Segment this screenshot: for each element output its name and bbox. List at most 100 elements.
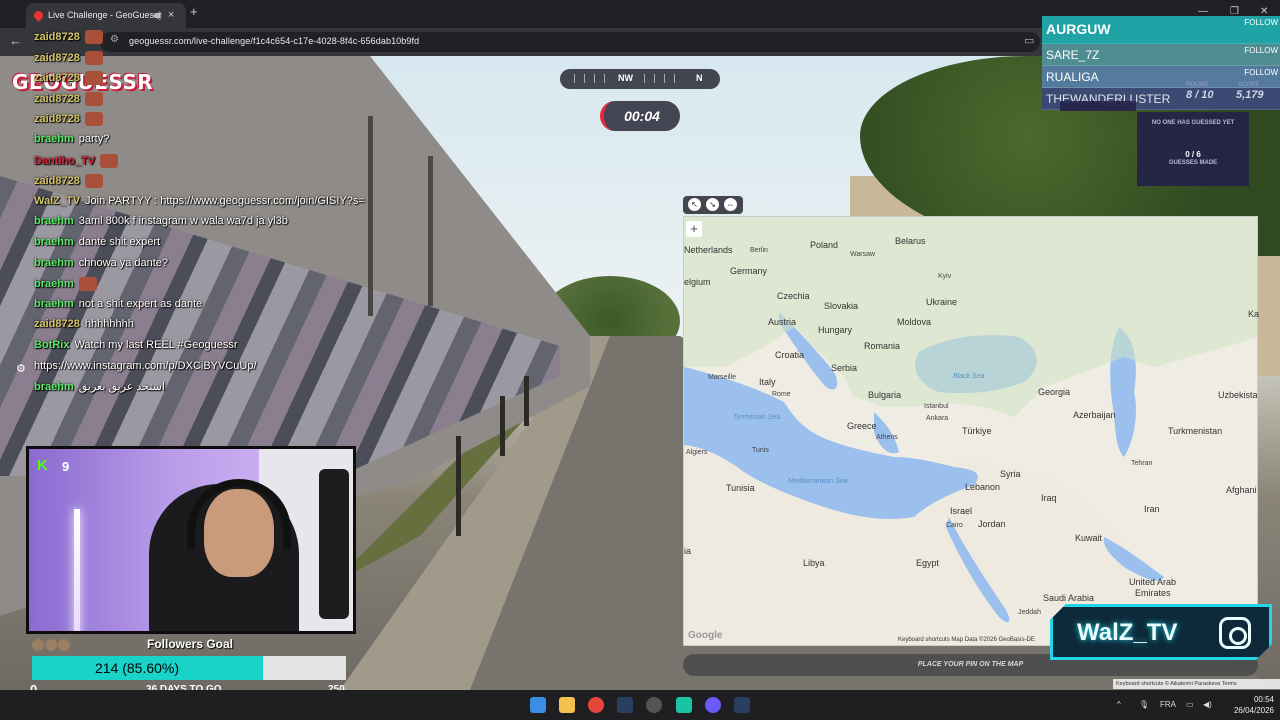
chat-emote-icon — [84, 71, 103, 86]
chat-username[interactable]: BotRix — [34, 339, 69, 351]
chat-message: braehm — [34, 277, 97, 292]
cast-icon[interactable]: ▭ — [1024, 34, 1034, 47]
follow-button[interactable]: FOLLOW — [1244, 46, 1278, 55]
map-label: Egypt — [916, 558, 940, 568]
chat-username[interactable]: braehm — [34, 133, 74, 145]
chat-username[interactable]: zaid8728 — [34, 318, 80, 330]
chat-username[interactable]: braehm — [34, 381, 74, 393]
streetview-footer[interactable]: Keyboard shortcuts © Aikaterini Paraskev… — [1113, 679, 1280, 689]
google-logo: Google — [688, 630, 723, 641]
map-label: Uzbekista — [1218, 390, 1258, 400]
back-arrow-icon[interactable]: ← — [9, 33, 22, 48]
speaker-icon[interactable]: ◀︎) — [152, 3, 162, 28]
clock[interactable]: 00:54 26/04/2026 — [1228, 694, 1274, 716]
pin-map-icon[interactable]: ⇔ — [724, 198, 737, 211]
map-label: Türkiye — [962, 426, 992, 436]
follow-button[interactable]: FOLLOW — [1244, 18, 1278, 27]
leaderboard-row: SARE_7Z FOLLOW — [1042, 44, 1280, 66]
chat-username[interactable]: zaid8728 — [34, 52, 80, 64]
map-label: Istanbul — [924, 403, 949, 410]
chat-emote-icon — [84, 112, 103, 127]
map-label: Lebanon — [965, 482, 1001, 492]
chat-text: dante shit expert — [78, 236, 161, 248]
bollard — [456, 436, 461, 536]
score-label: SCORE — [1238, 82, 1260, 88]
chat-username[interactable]: zaid8728 — [34, 113, 80, 125]
chat-username[interactable]: zaid8728 — [34, 72, 80, 84]
tray-chevron-icon[interactable]: ^ — [1117, 700, 1121, 709]
chat-username[interactable]: braehm — [34, 278, 74, 290]
follow-button[interactable]: FOLLOW — [1244, 68, 1278, 77]
chat-emote-icon — [84, 174, 103, 189]
chat-emote-icon — [84, 91, 103, 106]
chat-message: zaid8728 — [34, 30, 103, 44]
map-label: Czechia — [777, 291, 810, 301]
chat-message: braehm استحد عريق بعريق — [34, 380, 165, 393]
map-label: Berlin — [750, 247, 768, 254]
map-label: Kyiv — [938, 273, 952, 280]
no-guess-text: NO ONE HAS GUESSED YET — [1151, 120, 1235, 126]
channel-name: WalZ_TV — [1077, 619, 1178, 646]
chat-username[interactable]: braehm — [34, 257, 74, 269]
chat-text: Watch my last REEL #Geoguessr — [74, 339, 238, 351]
map-label: Ankara — [926, 415, 949, 422]
site-settings-icon[interactable]: ⚙ — [110, 34, 119, 45]
volume-icon[interactable]: ◀︎) — [1203, 700, 1212, 709]
round-timer: 00:04 — [600, 101, 680, 131]
compass-direction: NW — [618, 73, 633, 83]
chat-message: braehm 3aml 800k f instagram w wala wa7d … — [34, 215, 288, 227]
chat-text: not a shit expert as dante — [78, 297, 203, 310]
new-tab-icon[interactable]: + — [190, 4, 198, 19]
score-value: 5,179 — [1236, 89, 1264, 101]
map-label: Netherlands — [684, 245, 733, 255]
chat-text: party? — [78, 133, 110, 145]
player-name: SARE_7Z — [1046, 48, 1100, 62]
url-field[interactable]: ⚙ geoguessr.com/live-challenge/f1c4c654-… — [100, 32, 1040, 52]
map-label: Georgia — [1038, 387, 1071, 397]
chat-username[interactable]: zaid8728 — [34, 93, 80, 105]
expand-map-icon[interactable]: ↖ — [688, 198, 701, 211]
network-icon[interactable]: ▭ — [1186, 700, 1194, 709]
goal-value: 214 (85.60%) — [94, 660, 180, 676]
zoom-in-button[interactable]: + — [686, 221, 702, 237]
start-icon[interactable] — [530, 697, 546, 713]
discord-icon[interactable] — [705, 697, 721, 713]
chat-username[interactable]: zaid8728 — [34, 31, 80, 43]
chat-username[interactable]: WalZ_TV — [34, 195, 80, 207]
round-counter: 8 / 10 — [1186, 89, 1214, 101]
language-indicator[interactable]: FRA — [1160, 700, 1176, 709]
shrink-map-icon[interactable]: ↘ — [706, 198, 719, 211]
map-label: Rome — [772, 391, 791, 398]
steam-icon[interactable] — [734, 697, 750, 713]
microphone-icon[interactable]: 🎙 — [1139, 700, 1149, 709]
close-tab-icon[interactable]: × — [168, 3, 174, 28]
map-label: Romania — [864, 341, 901, 351]
guesses-made-label: GUESSES MADE — [1168, 160, 1218, 166]
steam-icon[interactable] — [617, 697, 633, 713]
map-label: Israel — [950, 506, 973, 516]
chat-username[interactable]: braehm — [34, 298, 74, 310]
tab-title: Live Challenge - GeoGuessr — [48, 10, 162, 20]
map-label: Cairo — [946, 522, 963, 529]
map-label: Tyrrhenian Sea — [733, 414, 781, 421]
chrome-icon[interactable] — [588, 697, 604, 713]
chat-username[interactable]: zaid8728 — [34, 175, 80, 187]
map-label: Iraq — [1041, 493, 1057, 503]
chat-message: zaid8728 — [34, 71, 103, 86]
app-icon[interactable] — [676, 697, 692, 713]
chat-text: Join PARTYY : https://www.geoguessr.com/… — [85, 194, 365, 207]
browser-tab[interactable]: Live Challenge - GeoGuessr ◀︎) × — [26, 3, 186, 28]
chat-username[interactable]: braehm — [34, 236, 74, 248]
chat-message: zaid8728 hhhhhhhh — [34, 318, 134, 330]
compass-direction-north: N — [696, 73, 703, 83]
file-explorer-icon[interactable] — [559, 697, 575, 713]
obs-icon[interactable] — [646, 697, 662, 713]
bollard — [524, 376, 529, 426]
map-attribution[interactable]: Keyboard shortcuts Map Data ©2026 GeoBas… — [898, 637, 1035, 643]
chat-emote-icon — [84, 50, 103, 65]
chat-username[interactable]: Dantiho_TV — [34, 155, 95, 167]
map-label: Jordan — [978, 519, 1006, 529]
chat-username[interactable]: braehm — [34, 215, 74, 227]
map-label: Azerbaijan — [1073, 410, 1116, 420]
map-label: Black Sea — [953, 373, 985, 380]
